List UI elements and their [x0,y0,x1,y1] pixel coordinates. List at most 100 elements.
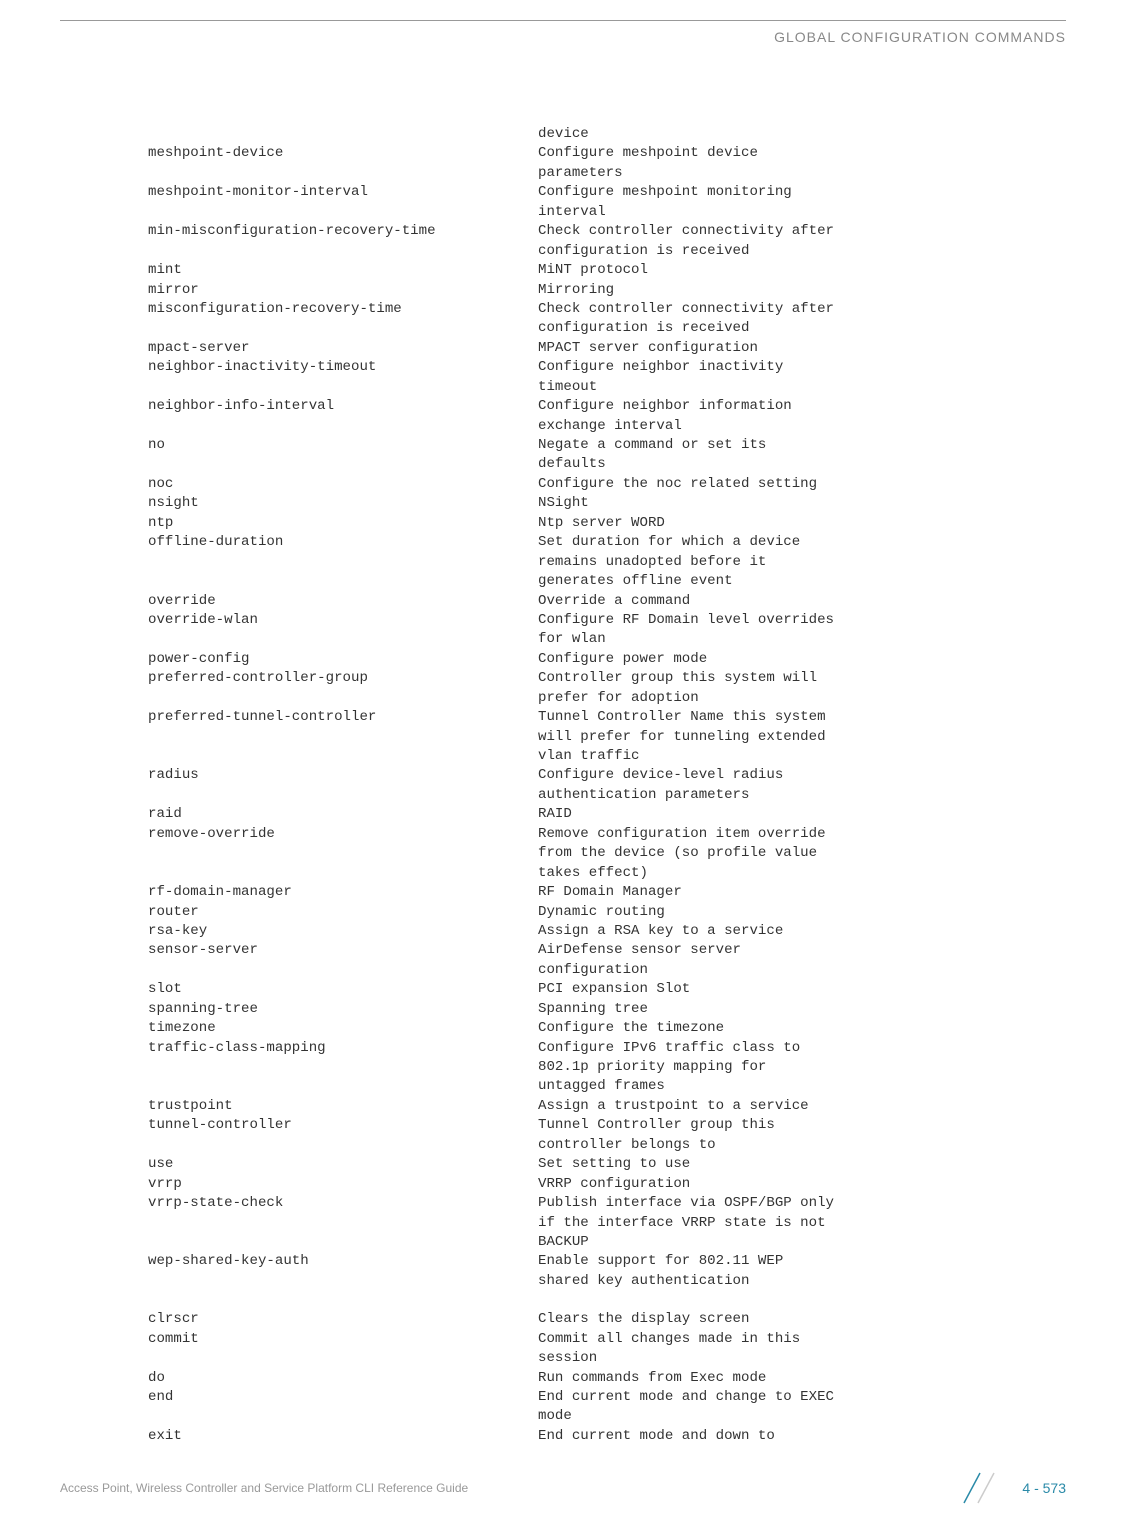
cli-description: Publish interface via OSPF/BGP only [538,1194,1066,1213]
cli-description: interval [538,203,1066,222]
cli-help-row: power-configConfigure power mode [148,650,1066,669]
cli-command: meshpoint-device [148,144,538,163]
cli-description: Enable support for 802.11 WEP [538,1252,1066,1271]
cli-help-row: generates offline event [148,572,1066,591]
cli-command: neighbor-info-interval [148,397,538,416]
cli-command: exit [148,1427,538,1446]
cli-description: AirDefense sensor server [538,941,1066,960]
cli-help-row: slotPCI expansion Slot [148,980,1066,999]
cli-command: override-wlan [148,611,538,630]
cli-help-row: spanning-treeSpanning tree [148,1000,1066,1019]
cli-command [148,728,538,747]
cli-description: Negate a command or set its [538,436,1066,455]
cli-help-row: will prefer for tunneling extended [148,728,1066,747]
cli-description: Check controller connectivity after [538,222,1066,241]
cli-description: Assign a RSA key to a service [538,922,1066,941]
cli-command: mirror [148,281,538,300]
cli-description: PCI expansion Slot [538,980,1066,999]
cli-command: offline-duration [148,533,538,552]
cli-help-row: timezoneConfigure the timezone [148,1019,1066,1038]
cli-command: trustpoint [148,1097,538,1116]
cli-description: parameters [538,164,1066,183]
cli-description: Mirroring [538,281,1066,300]
cli-command [148,1077,538,1096]
cli-help-row: meshpoint-deviceConfigure meshpoint devi… [148,144,1066,163]
cli-help-row: from the device (so profile value [148,844,1066,863]
cli-help-row: vrrpVRRP configuration [148,1175,1066,1194]
cli-command: neighbor-inactivity-timeout [148,358,538,377]
cli-help-row: radiusConfigure device-level radius [148,766,1066,785]
cli-command [148,961,538,980]
cli-help-row: configuration is received [148,242,1066,261]
cli-help-row: nocConfigure the noc related setting [148,475,1066,494]
cli-command [148,1058,538,1077]
cli-help-row: neighbor-inactivity-timeoutConfigure nei… [148,358,1066,377]
cli-description: Configure meshpoint monitoring [538,183,1066,202]
cli-command: vrrp [148,1175,538,1194]
cli-command: spanning-tree [148,1000,538,1019]
footer-right-group: 4 - 573 [950,1471,1066,1505]
cli-help-row: offline-durationSet duration for which a… [148,533,1066,552]
cli-command: override [148,592,538,611]
slash-decoration-icon [950,1471,1010,1505]
cli-command [148,378,538,397]
cli-command [148,455,538,474]
cli-command [148,1349,538,1368]
cli-command: noc [148,475,538,494]
cli-description: Run commands from Exec mode [538,1369,1066,1388]
cli-description: Configure neighbor information [538,397,1066,416]
cli-command: router [148,903,538,922]
cli-help-row: controller belongs to [148,1136,1066,1155]
cli-description: Set setting to use [538,1155,1066,1174]
cli-command: mpact-server [148,339,538,358]
cli-command [148,786,538,805]
cli-help-row: timeout [148,378,1066,397]
cli-description: defaults [538,455,1066,474]
cli-command: clrscr [148,1310,538,1329]
header-divider [60,20,1066,21]
cli-description: MiNT protocol [538,261,1066,280]
cli-description: Configure RF Domain level overrides [538,611,1066,630]
cli-description: will prefer for tunneling extended [538,728,1066,747]
cli-description: Controller group this system will [538,669,1066,688]
cli-help-content: devicemeshpoint-deviceConfigure meshpoin… [148,125,1066,1446]
cli-help-row: mpact-serverMPACT server configuration [148,339,1066,358]
cli-description: timeout [538,378,1066,397]
cli-help-row: routerDynamic routing [148,903,1066,922]
cli-command [148,630,538,649]
cli-command: do [148,1369,538,1388]
cli-command [148,572,538,591]
cli-description: Tunnel Controller Name this system [538,708,1066,727]
cli-command: preferred-tunnel-controller [148,708,538,727]
cli-command [148,125,538,144]
cli-description: for wlan [538,630,1066,649]
cli-description: if the interface VRRP state is not [538,1214,1066,1233]
page-footer: Access Point, Wireless Controller and Se… [60,1471,1066,1505]
cli-help-row: exitEnd current mode and down to [148,1427,1066,1446]
cli-help-row: raidRAID [148,805,1066,824]
cli-description: vlan traffic [538,747,1066,766]
cli-help-row: preferred-tunnel-controllerTunnel Contro… [148,708,1066,727]
cli-command: use [148,1155,538,1174]
cli-description: remains unadopted before it [538,553,1066,572]
cli-command: meshpoint-monitor-interval [148,183,538,202]
cli-description: MPACT server configuration [538,339,1066,358]
cli-command: slot [148,980,538,999]
cli-description: End current mode and change to EXEC [538,1388,1066,1407]
cli-help-row: override-wlanConfigure RF Domain level o… [148,611,1066,630]
blank-line [148,1291,1066,1310]
cli-description: Dynamic routing [538,903,1066,922]
cli-help-row: nsightNSight [148,494,1066,513]
cli-command [148,553,538,572]
cli-help-row: commitCommit all changes made in this [148,1330,1066,1349]
cli-command [148,1233,538,1252]
cli-description: VRRP configuration [538,1175,1066,1194]
cli-description: untagged frames [538,1077,1066,1096]
cli-help-row: vrrp-state-checkPublish interface via OS… [148,1194,1066,1213]
cli-help-row: overrideOverride a command [148,592,1066,611]
cli-description: Spanning tree [538,1000,1066,1019]
cli-description: authentication parameters [538,786,1066,805]
cli-command: raid [148,805,538,824]
cli-command: timezone [148,1019,538,1038]
cli-description: Configure power mode [538,650,1066,669]
